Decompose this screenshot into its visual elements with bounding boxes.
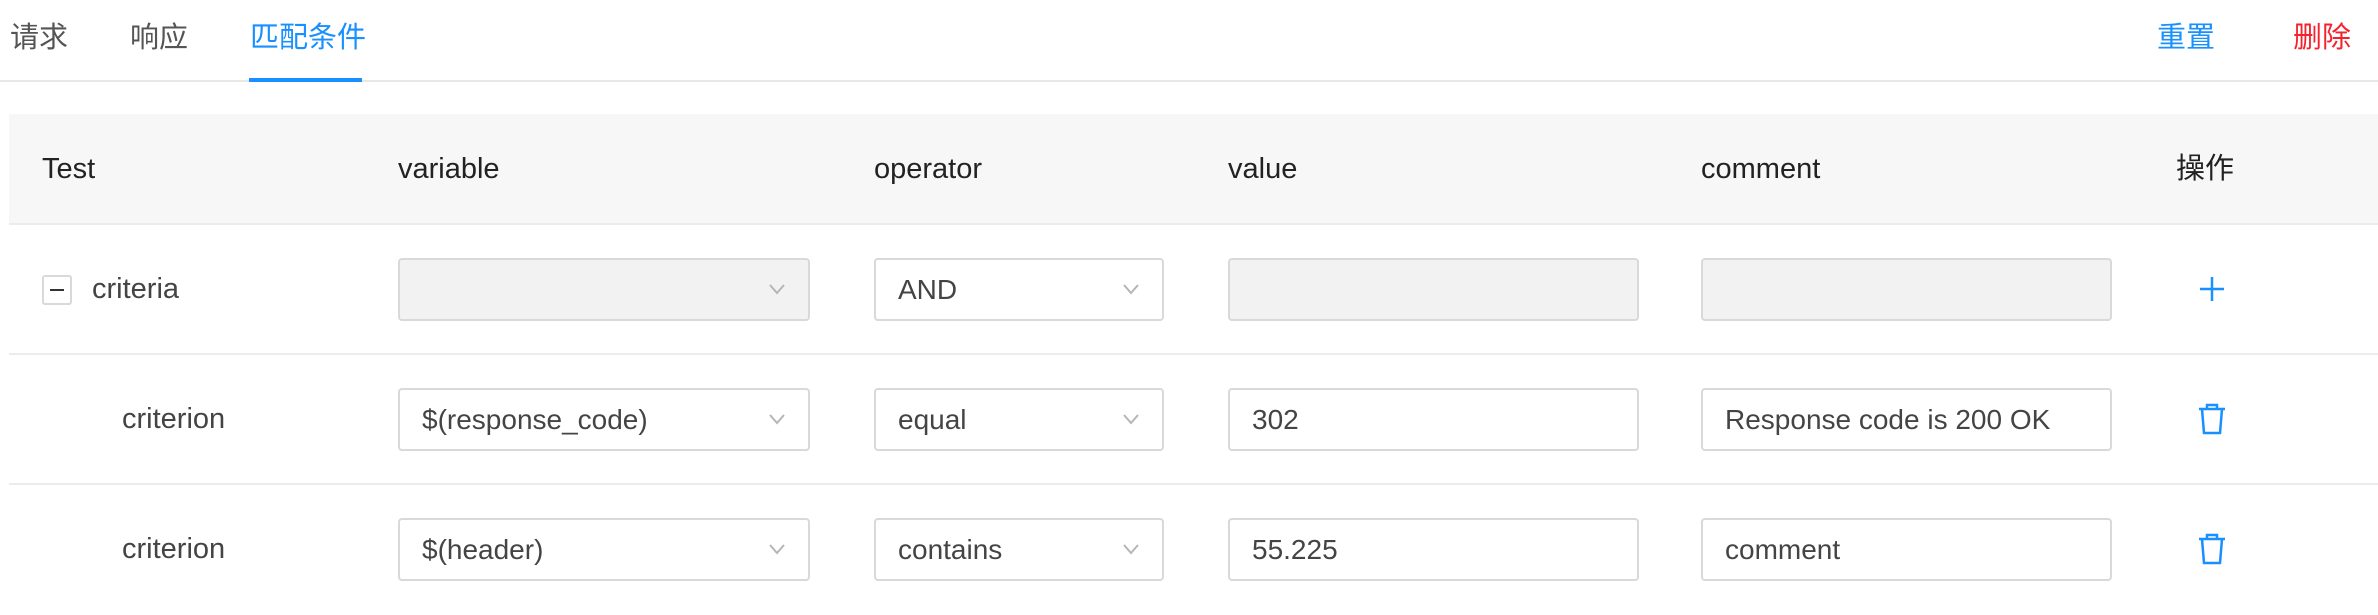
header-actions: 操作 [2176, 153, 2235, 185]
value-input[interactable]: 55.225 [1228, 518, 1639, 581]
comment-input[interactable]: comment [1701, 518, 2112, 581]
table-row-criterion: criterion $(response_code) equal 302 Res… [9, 355, 2378, 485]
tab-request[interactable]: 请求 [10, 18, 68, 58]
collapse-toggle-icon[interactable] [42, 275, 72, 305]
operator-select[interactable]: AND [874, 258, 1164, 321]
criteria-table: Test variable operator value comment 操作 … [9, 114, 2378, 615]
value-input[interactable] [1228, 258, 1639, 321]
chevron-down-icon [768, 280, 786, 298]
variable-select[interactable] [398, 258, 810, 321]
active-tab-indicator [249, 78, 362, 82]
comment-input[interactable]: Response code is 200 OK [1701, 388, 2112, 451]
operator-select[interactable]: equal [874, 388, 1164, 451]
variable-select-value: $(response_code) [422, 404, 648, 435]
delete-button[interactable]: 删除 [2293, 18, 2351, 58]
reset-button[interactable]: 重置 [2157, 18, 2215, 58]
variable-select[interactable]: $(header) [398, 518, 810, 581]
table-header: Test variable operator value comment 操作 [9, 114, 2378, 225]
header-comment: comment [1701, 153, 1821, 185]
operator-select-value: equal [898, 404, 967, 435]
tabs-bar: 请求 响应 匹配条件 重置 删除 [0, 0, 2378, 82]
chevron-down-icon [768, 410, 786, 428]
value-input[interactable]: 302 [1228, 388, 1639, 451]
plus-icon[interactable] [2194, 271, 2230, 307]
table-row-criterion: criterion $(header) contains 55.225 comm… [9, 485, 2378, 615]
header-variable: variable [398, 153, 500, 185]
operator-select[interactable]: contains [874, 518, 1164, 581]
row-test-label: criteria [92, 273, 180, 305]
chevron-down-icon [1122, 410, 1140, 428]
chevron-down-icon [1122, 540, 1140, 558]
variable-select[interactable]: $(response_code) [398, 388, 810, 451]
tab-response[interactable]: 响应 [130, 18, 188, 58]
row-test-label: criterion [122, 403, 226, 435]
header-test: Test [42, 153, 96, 185]
tab-match-conditions[interactable]: 匹配条件 [250, 18, 366, 58]
operator-select-value: AND [898, 274, 958, 305]
operator-select-value: contains [898, 534, 1003, 565]
header-value: value [1228, 153, 1298, 185]
comment-input[interactable] [1701, 258, 2112, 321]
chevron-down-icon [1122, 280, 1140, 298]
trash-icon[interactable] [2194, 401, 2230, 437]
row-test-label: criterion [122, 533, 226, 565]
table-row-criteria: criteria AND [9, 225, 2378, 355]
chevron-down-icon [768, 540, 786, 558]
trash-icon[interactable] [2194, 531, 2230, 567]
header-operator: operator [874, 153, 983, 185]
variable-select-value: $(header) [422, 534, 544, 565]
